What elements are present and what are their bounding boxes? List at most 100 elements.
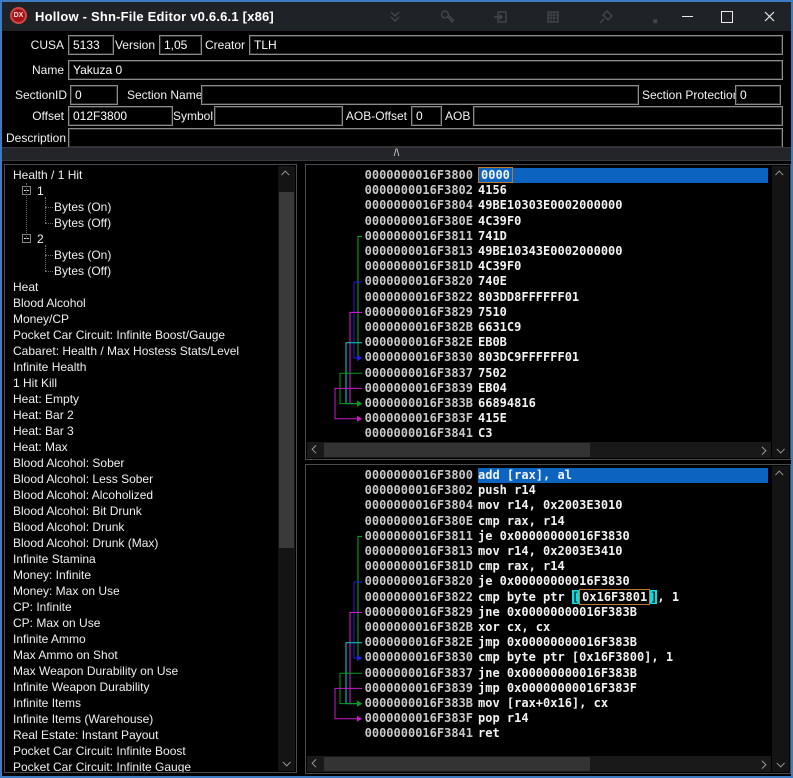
tree-scrollbar-thumb[interactable] [279, 192, 294, 548]
collapse-splitter-bar[interactable]: /\ [2, 147, 791, 161]
aob-input[interactable] [473, 106, 783, 126]
tree-item[interactable]: Health / 1 Hit [5, 167, 277, 183]
close-button[interactable] [752, 2, 786, 31]
disasm-vertical-scrollbar[interactable] [772, 466, 789, 772]
wrench-icon[interactable] [440, 9, 456, 25]
tree-vertical-scrollbar[interactable] [278, 166, 295, 771]
orange-box-token: 0000 [478, 167, 513, 183]
tree-item[interactable]: Infinite Items [5, 695, 277, 711]
cusa-label: CUSA [22, 35, 64, 55]
scroll-up-button[interactable] [772, 466, 788, 482]
section-id-input[interactable] [70, 85, 118, 105]
maximize-button[interactable] [710, 2, 744, 31]
tree-item-label: 1 Hit Kill [13, 375, 57, 391]
tree-item[interactable]: 1 Hit Kill [5, 375, 277, 391]
tree-item[interactable]: Heat: Bar 2 [5, 407, 277, 423]
bytes-value: C3 [478, 426, 492, 441]
instruction: ret [478, 726, 500, 741]
scroll-up-button[interactable] [278, 166, 294, 182]
bytes-value: 6631C9 [478, 320, 521, 335]
scroll-down-button[interactable] [772, 756, 788, 772]
tree-item-label: Infinite Stamina [13, 551, 96, 567]
tree-item[interactable]: Heat: Bar 3 [5, 423, 277, 439]
cusa-input[interactable] [68, 35, 114, 55]
tree-item-label: Max Weapon Durability on Use [13, 663, 178, 679]
name-input[interactable] [68, 60, 783, 80]
tree-item[interactable]: Blood Alcohol: Less Sober [5, 471, 277, 487]
scroll-left-button[interactable] [307, 756, 323, 772]
tree-item-label: Money: Max on Use [13, 583, 120, 599]
tree-item[interactable]: Blood Alcohol: Alcoholized [5, 487, 277, 503]
hex-vertical-scrollbar[interactable] [772, 166, 789, 458]
tree-item-label: Money: Infinite [13, 567, 91, 583]
dot-icon[interactable] [647, 9, 663, 25]
instruction: cmp rax, r14 [478, 514, 565, 529]
tree-item[interactable]: Money: Max on Use [5, 583, 277, 599]
tree-item[interactable]: CP: Infinite [5, 599, 277, 615]
tree-item[interactable]: Pocket Car Circuit: Infinite Boost/Gauge [5, 327, 277, 343]
symbol-input[interactable] [214, 106, 343, 126]
title-bar[interactable]: DX Hollow - Shn-File Editor v0.6.6.1 [x8… [2, 2, 791, 31]
tree-item[interactable]: Money: Infinite [5, 567, 277, 583]
disasm-scrollbar-thumb[interactable] [324, 757, 590, 771]
tree-item[interactable]: Pocket Car Circuit: Infinite Boost [5, 743, 277, 759]
scroll-down-button[interactable] [772, 442, 788, 458]
scroll-up-button[interactable] [772, 166, 788, 182]
app-icon: DX [10, 7, 27, 24]
section-name-input[interactable] [201, 85, 639, 105]
tree-item[interactable]: Pocket Car Circuit: Infinite Gauge [5, 759, 277, 773]
tree-item-label: Real Estate: Instant Payout [13, 727, 158, 743]
version-input[interactable] [159, 35, 202, 55]
aob-offset-input[interactable] [411, 106, 442, 126]
tree-item[interactable]: Blood Alcohol: Drunk (Max) [5, 535, 277, 551]
maximize-icon [721, 11, 733, 23]
tree-item[interactable]: Blood Alcohol [5, 295, 277, 311]
scroll-left-button[interactable] [307, 442, 323, 458]
chevron-right-icon [758, 760, 766, 768]
tree-item[interactable]: Infinite Items (Warehouse) [5, 711, 277, 727]
scroll-right-button[interactable] [755, 442, 771, 458]
tree-item[interactable]: Real Estate: Instant Payout [5, 727, 277, 743]
tree-item[interactable]: Infinite Health [5, 359, 277, 375]
disassembly-panel: 0000000016F3800add [rax], al0000000016F3… [305, 464, 791, 774]
tree-item[interactable]: Heat: Empty [5, 391, 277, 407]
tree-item[interactable]: Money/CP [5, 311, 277, 327]
section-protection-input[interactable] [735, 85, 781, 105]
collapse-all-icon[interactable] [387, 9, 403, 25]
hex-horizontal-scrollbar[interactable] [307, 442, 771, 458]
disasm-horizontal-scrollbar[interactable] [307, 756, 771, 772]
bytes-value: 803DC9FFFFFF01 [478, 350, 579, 365]
bytes-value: 4C39F0 [478, 214, 521, 229]
tree-item[interactable]: CP: Max on Use [5, 615, 277, 631]
tree-item[interactable]: Heat: Max [5, 439, 277, 455]
instruction: mov r14, 0x2003E3010 [478, 498, 623, 513]
chevron-down-icon [776, 759, 784, 767]
tree-connector [45, 271, 53, 272]
tree-item[interactable]: Infinite Stamina [5, 551, 277, 567]
tree-item[interactable]: Cabaret: Health / Max Hostess Stats/Leve… [5, 343, 277, 359]
instruction: jmp 0x00000000016F383F [478, 681, 637, 696]
hex-scrollbar-thumb[interactable] [324, 443, 590, 457]
tree-item[interactable]: Blood Alcohol: Drunk [5, 519, 277, 535]
tree-item[interactable]: Blood Alcohol: Sober [5, 455, 277, 471]
tree-item-label: Blood Alcohol: Sober [13, 455, 124, 471]
tree-item[interactable]: Heat [5, 279, 277, 295]
offset-input[interactable] [68, 106, 173, 126]
creator-input[interactable] [249, 35, 783, 55]
pattern-icon[interactable] [545, 9, 561, 25]
import-icon[interactable] [493, 9, 509, 25]
tree-item-label: Bytes (On) [54, 199, 111, 215]
tree-item[interactable]: Infinite Ammo [5, 631, 277, 647]
instruction: pop r14 [478, 711, 529, 726]
tree-item-label: Bytes (Off) [54, 263, 111, 279]
tree-item[interactable]: Blood Alcohol: Bit Drunk [5, 503, 277, 519]
tree-item[interactable]: Max Weapon Durability on Use [5, 663, 277, 679]
minimize-button[interactable] [670, 2, 704, 31]
scroll-down-button[interactable] [278, 755, 294, 771]
description-input[interactable] [68, 128, 783, 148]
pin-icon[interactable] [598, 9, 614, 25]
tree-item[interactable]: Infinite Weapon Durability [5, 679, 277, 695]
scroll-right-button[interactable] [755, 756, 771, 772]
tree-item[interactable]: Max Ammo on Shot [5, 647, 277, 663]
bytes-value: 7510 [478, 305, 507, 320]
